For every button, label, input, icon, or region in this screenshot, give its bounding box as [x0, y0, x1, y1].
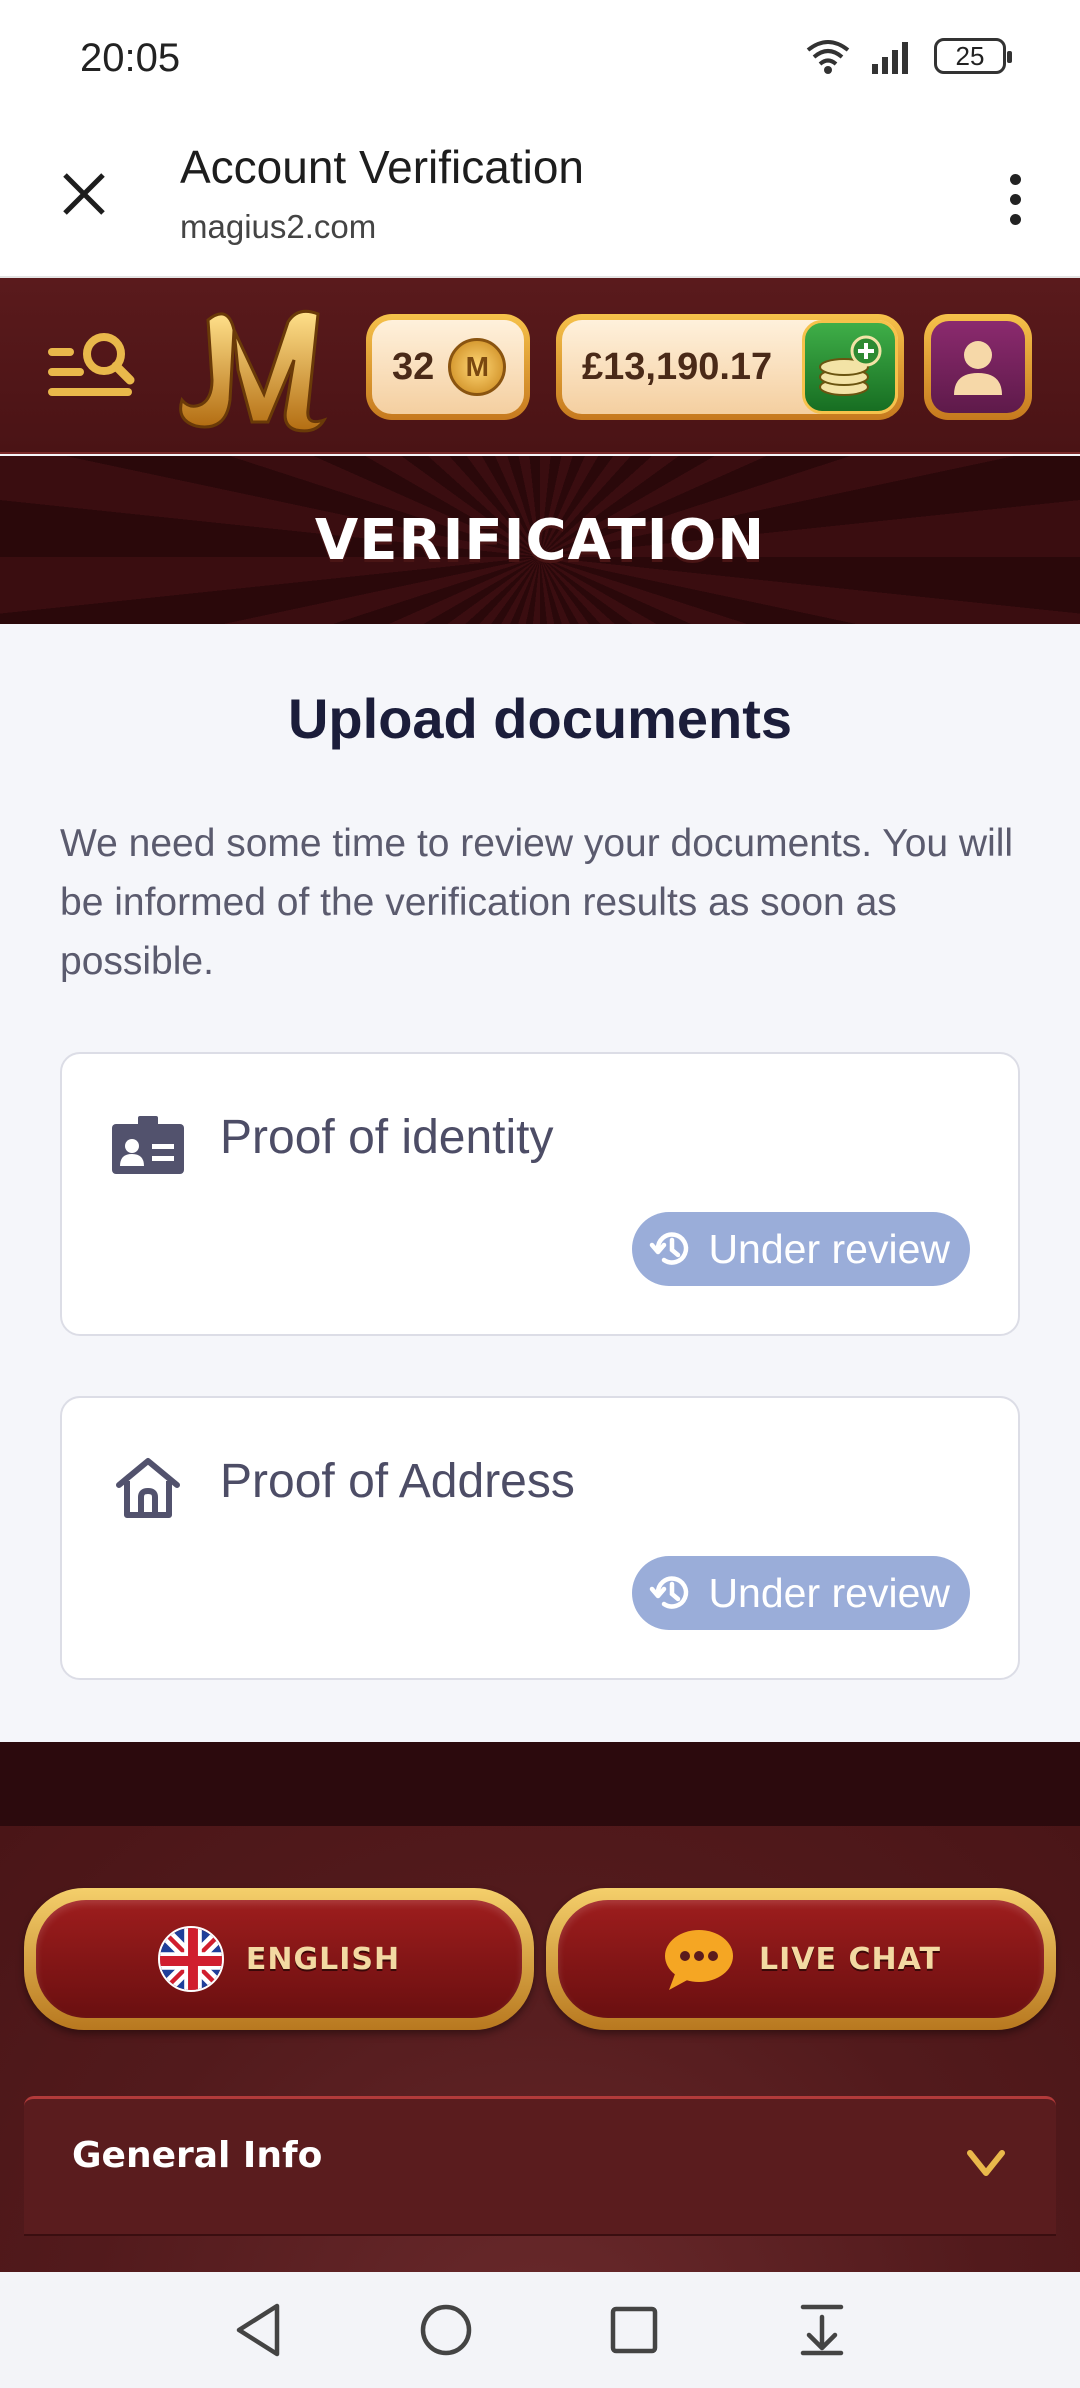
document-label: Proof of Address	[220, 1455, 575, 1508]
upload-description: We need some time to review your documen…	[60, 822, 1014, 983]
battery-icon: 25	[934, 38, 1012, 74]
status-text: Under review	[708, 1225, 950, 1272]
menu-search-icon[interactable]	[42, 320, 138, 416]
chevron-down-icon	[967, 2150, 1005, 2176]
language-label: ENGLISH	[245, 1941, 401, 1977]
site-header: 32 M £13,190.17	[0, 278, 1080, 454]
status-text: Under review	[708, 1569, 950, 1616]
house-icon	[110, 1450, 186, 1526]
m-coin-icon: M	[448, 338, 507, 396]
footer-divider	[0, 1742, 1080, 1826]
status-bar: 20:05 25	[0, 0, 1080, 124]
general-info-accordion[interactable]: General Info	[24, 2096, 1056, 2236]
language-button[interactable]: ENGLISH	[24, 1888, 534, 2030]
page-title: Account Verification	[180, 141, 585, 193]
cash-balance[interactable]: £13,190.17	[556, 314, 904, 420]
system-nav-bar	[0, 2272, 1080, 2388]
page-url: magius2.com	[180, 208, 377, 245]
deposit-button[interactable]	[802, 320, 898, 414]
profile-button[interactable]	[924, 314, 1032, 420]
signal-icon	[872, 42, 908, 74]
live-chat-label: LIVE CHAT	[759, 1941, 941, 1977]
live-chat-button[interactable]: LIVE CHAT	[546, 1888, 1056, 2030]
battery-level: 25	[955, 40, 985, 71]
browser-header: Account Verification magius2.com	[0, 124, 1080, 278]
user-icon	[954, 341, 1002, 395]
home-icon[interactable]	[411, 2295, 481, 2365]
close-icon[interactable]	[54, 164, 114, 224]
chat-bubble-icon	[665, 1930, 734, 1990]
banner-title: VERIFICATION	[314, 507, 766, 573]
coin-stack-plus-icon	[819, 335, 882, 396]
document-label: Proof of identity	[220, 1111, 554, 1164]
upload-heading: Upload documents	[287, 687, 793, 750]
uk-flag-icon	[157, 1926, 224, 1992]
wifi-icon	[806, 40, 850, 74]
document-card-address[interactable]: Proof of Address Under review	[60, 1396, 1020, 1680]
download-icon[interactable]	[787, 2295, 857, 2365]
history-icon	[650, 1232, 689, 1265]
site-logo[interactable]	[168, 300, 338, 440]
status-time: 20:05	[80, 36, 181, 80]
status-badge: Under review	[632, 1556, 970, 1630]
status-icons: 25	[804, 36, 1012, 76]
page-banner: VERIFICATION	[0, 456, 1080, 624]
more-options-icon[interactable]	[990, 164, 1040, 234]
recents-icon[interactable]	[599, 2295, 669, 2365]
balance-amount: £13,190.17	[582, 345, 773, 388]
accordion-label: General Info	[72, 2135, 323, 2176]
coins-count: 32	[392, 345, 435, 388]
status-badge: Under review	[632, 1212, 970, 1286]
document-card-identity[interactable]: Proof of identity Under review	[60, 1052, 1020, 1336]
back-icon[interactable]	[223, 2295, 293, 2365]
id-card-icon	[110, 1106, 186, 1182]
site-footer: ENGLISH LIVE CHAT General Info	[0, 1826, 1080, 2272]
verification-content: Upload documents We need some time to re…	[0, 624, 1080, 1742]
history-icon	[650, 1576, 689, 1609]
coins-balance[interactable]: 32 M	[366, 314, 530, 420]
